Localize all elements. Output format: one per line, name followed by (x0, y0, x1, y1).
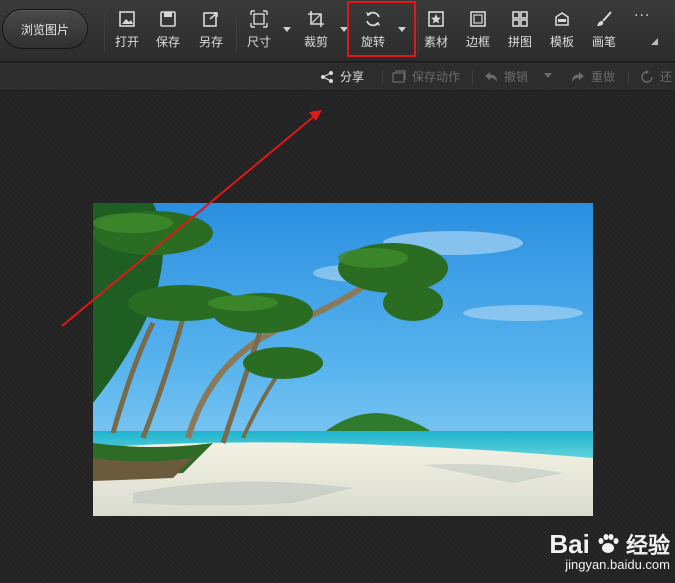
save-as-label: 另存 (198, 35, 223, 49)
open-button[interactable]: 打开 (107, 10, 147, 54)
resize-dropdown-icon[interactable] (283, 27, 291, 32)
baidu-paw-icon (598, 534, 619, 553)
restore-icon (641, 69, 653, 83)
resize-button[interactable]: 尺寸 (239, 10, 279, 54)
undo-button[interactable]: 撤销 (484, 68, 528, 85)
border-icon (470, 11, 486, 27)
share-label: 分享 (340, 70, 365, 84)
save-icon (160, 11, 176, 27)
save-action-label: 保存动作 (412, 70, 461, 84)
crop-label: 裁剪 (303, 35, 328, 49)
beach-photo (93, 203, 593, 516)
collage-label: 拼图 (507, 35, 532, 49)
browse-images-button[interactable]: 浏览图片 (2, 9, 88, 49)
subbar-divider (382, 70, 383, 84)
watermark-url: jingyan.baidu.com (565, 557, 670, 572)
watermark-brand: Bai (549, 529, 590, 559)
resize-icon (250, 10, 268, 28)
subbar-divider (472, 70, 473, 84)
brush-button[interactable]: 画笔 (584, 10, 624, 54)
brush-label: 画笔 (591, 35, 616, 49)
restore-label: 还 (660, 70, 673, 84)
secondary-toolbar: 分享 保存动作 撤销 重做 还 (0, 63, 675, 91)
undo-icon (485, 71, 497, 82)
restore-button[interactable]: 还 (640, 68, 672, 85)
more-options-icon[interactable]: ··· (634, 8, 650, 24)
resize-label: 尺寸 (246, 35, 271, 49)
save-action-icon (392, 69, 406, 83)
watermark-suffix: 经验 (625, 533, 670, 558)
template-button[interactable]: 模板 (542, 10, 582, 54)
share-icon (321, 70, 333, 83)
brush-icon (597, 11, 612, 26)
beach-photo-illustration (93, 203, 593, 516)
collage-icon (512, 11, 528, 27)
rotate-highlight-box (347, 1, 416, 57)
template-icon (555, 12, 569, 26)
expand-corner-icon[interactable] (651, 38, 658, 45)
save-label: 保存 (155, 35, 180, 49)
open-label: 打开 (114, 35, 139, 49)
baidu-watermark: Bai 经验 (510, 528, 670, 560)
save-as-icon (203, 12, 218, 27)
collage-button[interactable]: 拼图 (500, 10, 540, 54)
subbar-divider (628, 70, 629, 84)
border-button[interactable]: 边框 (458, 10, 498, 54)
toolbar-divider (236, 12, 237, 52)
main-toolbar: 浏览图片 打开 保存 另存 尺寸 裁剪 旋转 素材 边框 拼图 模板 画笔 ··… (0, 0, 675, 62)
material-icon (428, 11, 444, 27)
template-label: 模板 (549, 35, 574, 49)
material-label: 素材 (423, 35, 448, 49)
save-button[interactable]: 保存 (148, 10, 188, 54)
share-button[interactable]: 分享 (320, 68, 364, 85)
redo-icon (572, 71, 584, 82)
toolbar-divider (104, 12, 105, 52)
crop-button[interactable]: 裁剪 (296, 10, 336, 54)
redo-button[interactable]: 重做 (571, 68, 615, 85)
material-button[interactable]: 素材 (416, 10, 456, 54)
save-as-button[interactable]: 另存 (191, 10, 231, 54)
crop-icon (308, 11, 324, 27)
border-label: 边框 (465, 35, 490, 49)
redo-label: 重做 (591, 70, 616, 84)
undo-label: 撤销 (504, 70, 529, 84)
open-image-icon (119, 11, 135, 27)
undo-dropdown-icon[interactable] (544, 73, 552, 78)
save-action-button[interactable]: 保存动作 (392, 68, 460, 85)
